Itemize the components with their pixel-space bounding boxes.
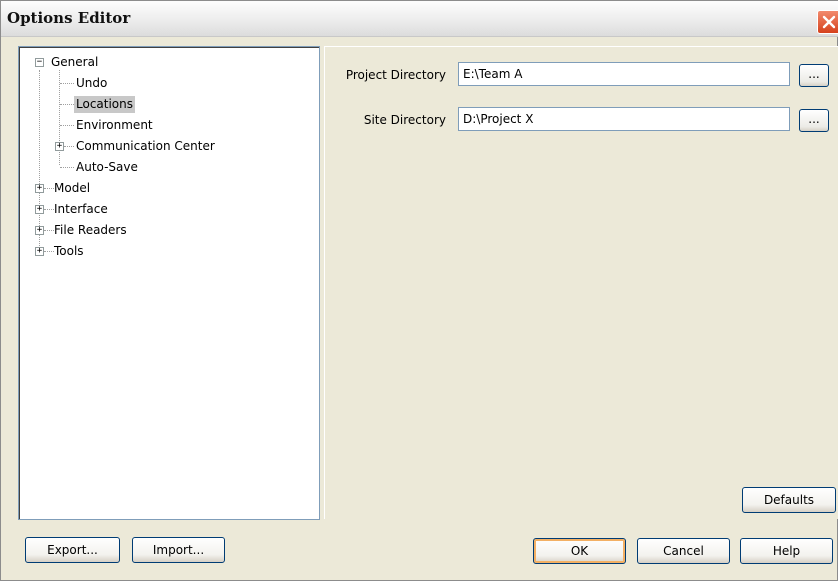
tree-item-undo-label[interactable]: Undo [74,75,109,92]
close-button[interactable] [817,10,838,34]
defaults-button[interactable]: Defaults [742,487,836,513]
title-bar[interactable]: Options Editor [1,1,838,37]
tree-item-general[interactable]: − General [19,54,319,71]
tree-item-tools-label[interactable]: Tools [52,243,86,260]
import-button[interactable]: Import... [132,537,225,563]
tree-item-environment-label[interactable]: Environment [74,117,155,134]
tree-item-general-label[interactable]: General [49,54,100,71]
tree-item-environment[interactable]: Environment [19,117,319,134]
expand-icon[interactable]: + [35,184,44,193]
expand-icon[interactable]: + [35,226,44,235]
tree-item-locations-label[interactable]: Locations [74,96,136,113]
tree-item-undo[interactable]: Undo [19,75,319,92]
help-button[interactable]: Help [740,538,833,564]
tree-item-model-label[interactable]: Model [52,180,92,197]
tree-item-locations[interactable]: Locations [19,96,319,113]
tree-item-tools[interactable]: + Tools [19,243,319,260]
project-directory-label: Project Directory [345,68,446,82]
expand-icon[interactable]: + [35,205,44,214]
tree-item-auto-save[interactable]: Auto-Save [19,159,319,176]
locations-settings-panel: Project Directory ... Site Directory ...… [324,46,838,519]
export-button[interactable]: Export... [25,537,120,563]
tree-item-interface[interactable]: + Interface [19,201,319,218]
tree-item-communication-center[interactable]: + Communication Center [19,138,319,155]
window-title: Options Editor [7,9,131,27]
options-editor-window: Options Editor − General Undo Locations … [0,0,838,581]
tree-item-file-readers-label[interactable]: File Readers [52,222,129,239]
close-icon [822,15,836,29]
tree-item-file-readers[interactable]: + File Readers [19,222,319,239]
site-directory-input[interactable] [458,107,790,131]
project-directory-input[interactable] [458,62,790,86]
expand-icon[interactable]: + [35,247,44,256]
site-directory-label: Site Directory [363,113,446,127]
project-directory-browse-button[interactable]: ... [799,64,829,87]
tree-item-model[interactable]: + Model [19,180,319,197]
site-directory-browse-button[interactable]: ... [799,109,829,132]
expand-icon[interactable]: + [55,142,64,151]
tree-item-communication-center-label[interactable]: Communication Center [74,138,217,155]
options-tree[interactable]: − General Undo Locations Environment + C… [18,46,320,520]
tree-item-interface-label[interactable]: Interface [52,201,110,218]
collapse-icon[interactable]: − [35,58,44,67]
ok-button[interactable]: OK [533,538,626,564]
cancel-button[interactable]: Cancel [637,538,730,564]
tree-item-auto-save-label[interactable]: Auto-Save [74,159,140,176]
